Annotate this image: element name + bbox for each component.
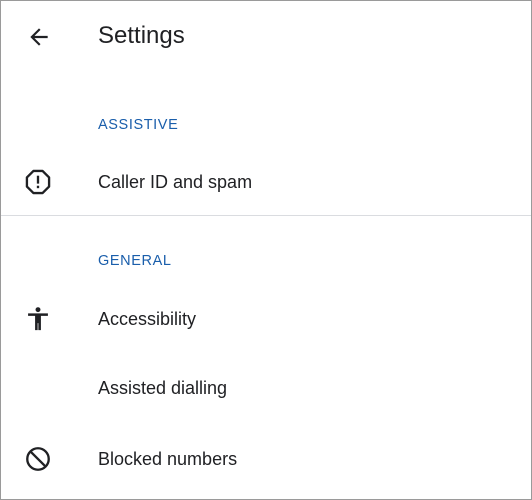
- section-header-general: GENERAL: [98, 253, 172, 269]
- top-app-bar: Settings: [1, 1, 531, 71]
- assisted-dialling-label: Assisted dialling: [98, 378, 228, 398]
- report-octagon-icon: [23, 167, 53, 197]
- settings-screen: Settings ASSISTIVE Caller ID and spam GE…: [0, 0, 532, 500]
- block-icon: [23, 444, 53, 474]
- blocked-numbers-label: Blocked numbers: [98, 449, 238, 469]
- accessibility-icon: [23, 304, 53, 334]
- accessibility-label: Accessibility: [98, 309, 197, 329]
- section-header-assistive: ASSISTIVE: [98, 117, 179, 133]
- section-divider: [1, 215, 531, 216]
- accessibility-row[interactable]: Accessibility: [1, 288, 531, 350]
- blocked-numbers-row[interactable]: Blocked numbers: [1, 428, 531, 490]
- arrow-back-icon: [30, 28, 48, 46]
- back-button[interactable]: [19, 17, 59, 57]
- page-title: Settings: [98, 22, 185, 49]
- caller-id-and-spam-label: Caller ID and spam: [98, 172, 253, 192]
- caller-id-and-spam-row[interactable]: Caller ID and spam: [1, 151, 531, 213]
- assisted-dialling-row[interactable]: Assisted dialling: [1, 357, 531, 419]
